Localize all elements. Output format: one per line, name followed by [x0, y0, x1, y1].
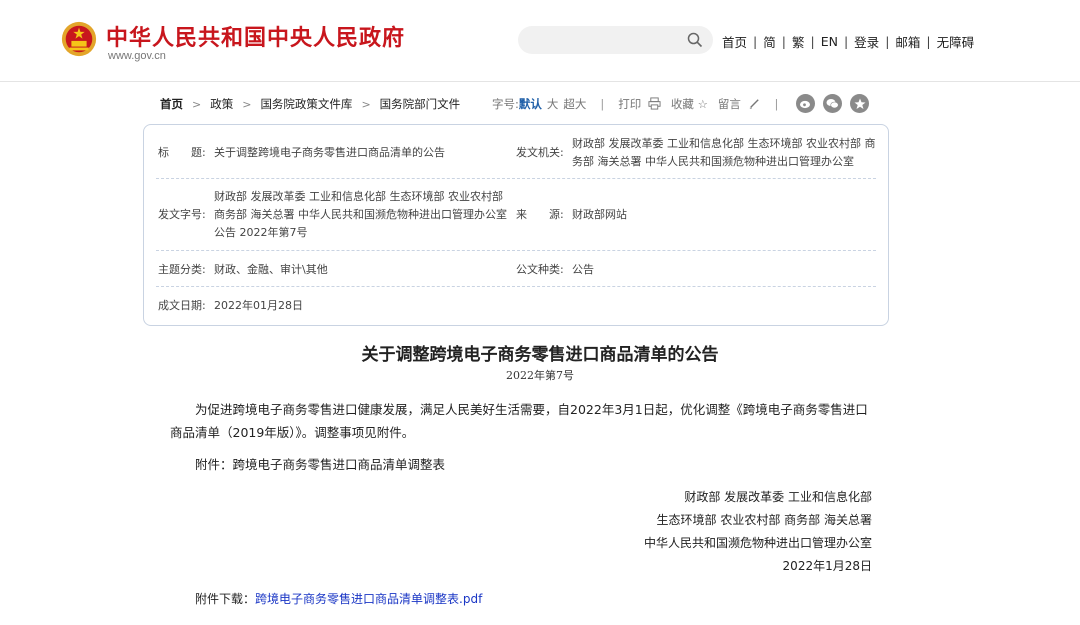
- star-icon: ☆: [697, 97, 708, 111]
- favorite-label: 收藏: [670, 97, 694, 111]
- nav-english[interactable]: EN: [821, 34, 838, 49]
- category-label: 主题分类:: [158, 263, 206, 276]
- category-value: 财政、金融、审计\其他: [214, 263, 328, 276]
- tools-separator: |: [600, 97, 605, 111]
- signature-line: 中华人民共和国濒危物种进出口管理办公室: [643, 536, 872, 550]
- comment-button[interactable]: 留言: [718, 96, 761, 112]
- nav-separator: |: [843, 34, 849, 49]
- nav-separator: |: [781, 34, 786, 49]
- metadata-row-docno: 发文字号: 财政部 发展改革委 工业和信息化部 生态环境部 农业农村部 商务部 …: [156, 179, 876, 251]
- source-value: 财政部网站: [572, 208, 627, 221]
- font-size-label: 字号:: [492, 97, 519, 111]
- favorite-button[interactable]: 收藏 ☆: [671, 96, 708, 112]
- top-nav: 首页 | 简 | 繁 | EN | 登录 | 邮箱 | 无障碍: [722, 32, 974, 51]
- font-size-xlarge[interactable]: 超大: [563, 96, 586, 112]
- site-title[interactable]: 中华人民共和国中央人民政府: [106, 20, 405, 52]
- attachment-download: 附件下载：跨境电子商务零售进口商品清单调整表.pdf: [195, 590, 482, 607]
- font-size-default[interactable]: 默认: [519, 96, 542, 112]
- breadcrumb-department-docs[interactable]: 国务院部门文件: [380, 96, 461, 112]
- doc-number-value: 财政部 发展改革委 工业和信息化部 生态环境部 农业农村部 商务部 海关总署 中…: [214, 190, 507, 239]
- comment-label: 留言: [717, 97, 741, 111]
- nav-home[interactable]: 首页: [722, 32, 747, 51]
- breadcrumb-home[interactable]: 首页: [160, 96, 183, 112]
- print-label: 打印: [618, 97, 642, 111]
- share-icons: [796, 94, 869, 113]
- page-tools: 字号: 默认 大 超大 | 打印 收藏 ☆ 留言 |: [492, 96, 792, 112]
- document-title: 关于调整跨境电子商务零售进口商品清单的公告: [361, 345, 719, 365]
- doc-type-label: 公文种类:: [516, 263, 564, 276]
- breadcrumb-arrow-icon: >: [242, 97, 252, 111]
- page-toolbar: 首页 > 政策 > 国务院政策文件库 > 国务院部门文件 字号: 默认 大 超大…: [160, 94, 880, 114]
- print-button[interactable]: 打印: [618, 96, 661, 112]
- search-box[interactable]: [518, 26, 713, 54]
- nav-separator: |: [885, 34, 890, 49]
- signature-line: 生态环境部 农业农村部 商务部 海关总署: [656, 513, 872, 527]
- attachment-download-link[interactable]: 跨境电子商务零售进口商品清单调整表.pdf: [255, 592, 482, 606]
- metadata-row-date: 成文日期: 2022年01月28日: [156, 287, 876, 323]
- doc-type-value: 公告: [572, 263, 594, 276]
- nav-separator: |: [810, 34, 815, 49]
- doc-number-label: 发文字号:: [158, 208, 206, 221]
- download-label: 附件下载：: [195, 592, 256, 606]
- nav-accessibility[interactable]: 无障碍: [937, 32, 975, 51]
- body-paragraph: 为促进跨境电子商务零售进口健康发展，满足人民美好生活需要，自2022年3月1日起…: [170, 402, 868, 440]
- nav-simplified[interactable]: 简: [763, 32, 776, 51]
- title-label: 标 题:: [158, 146, 206, 159]
- breadcrumb-arrow-icon: >: [361, 97, 371, 111]
- nav-separator: |: [753, 34, 758, 49]
- breadcrumb-arrow-icon: >: [192, 97, 202, 111]
- title-value: 关于调整跨境电子商务零售进口商品清单的公告: [214, 146, 445, 159]
- tools-separator: |: [774, 97, 779, 111]
- site-url[interactable]: www.gov.cn: [108, 50, 166, 62]
- nav-traditional[interactable]: 繁: [792, 32, 805, 51]
- issuer-value: 财政部 发展改革委 工业和信息化部 生态环境部 农业农村部 商务部 海关总署 中…: [572, 137, 876, 168]
- site-header: 中华人民共和国中央人民政府 www.gov.cn 首页 | 简 | 繁 | EN…: [0, 0, 1080, 82]
- nav-separator: |: [926, 34, 931, 49]
- signature-line: 财政部 发展改革委 工业和信息化部: [684, 490, 872, 504]
- metadata-row-title: 标 题: 关于调整跨境电子商务零售进口商品清单的公告 发文机关: 财政部 发展改…: [156, 131, 876, 179]
- signature-date: 2022年1月28日: [782, 559, 872, 573]
- date-value: 2022年01月28日: [214, 299, 303, 312]
- breadcrumb-policy[interactable]: 政策: [210, 96, 233, 112]
- search-input[interactable]: [532, 30, 682, 50]
- search-icon[interactable]: [687, 32, 703, 48]
- document-number: 2022年第7号: [506, 369, 574, 382]
- issuer-label: 发文机关:: [516, 146, 564, 159]
- wechat-icon[interactable]: [823, 94, 842, 113]
- qzone-icon[interactable]: [850, 94, 869, 113]
- date-label: 成文日期:: [158, 299, 206, 312]
- nav-mail[interactable]: 邮箱: [895, 32, 920, 51]
- metadata-row-category: 主题分类: 财政、金融、审计\其他 公文种类: 公告: [156, 251, 876, 287]
- source-label: 来 源:: [516, 208, 564, 221]
- font-size-large[interactable]: 大: [547, 96, 559, 112]
- attachment-note: 附件：跨境电子商务零售进口商品清单调整表: [195, 457, 446, 472]
- printer-icon: [648, 97, 661, 110]
- national-emblem-icon[interactable]: [60, 20, 98, 58]
- weibo-icon[interactable]: [796, 94, 815, 113]
- document-metadata-box: 标 题: 关于调整跨境电子商务零售进口商品清单的公告 发文机关: 财政部 发展改…: [143, 124, 889, 326]
- breadcrumb-library[interactable]: 国务院政策文件库: [260, 96, 352, 112]
- breadcrumb: 首页 > 政策 > 国务院政策文件库 > 国务院部门文件: [160, 96, 460, 112]
- pencil-icon: [749, 99, 759, 109]
- nav-login[interactable]: 登录: [854, 32, 879, 51]
